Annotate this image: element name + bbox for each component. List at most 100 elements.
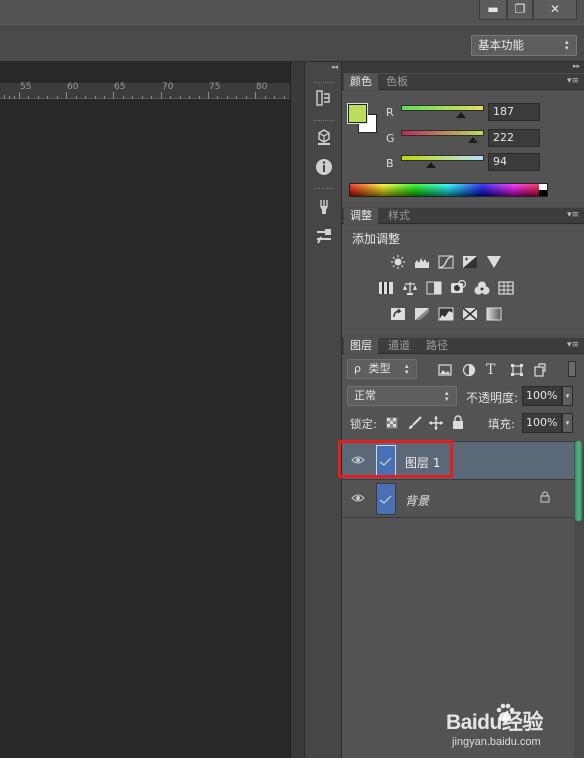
adjustment-layer-filter-icon[interactable]: [462, 363, 476, 377]
expand-icon[interactable]: ▸▸: [573, 62, 580, 70]
ruler-tick: 55: [20, 82, 32, 92]
channel-b-label: B: [386, 157, 394, 170]
tab-layers[interactable]: 图层: [344, 338, 378, 354]
highlight-box: [338, 440, 453, 478]
document-canvas[interactable]: [0, 62, 290, 758]
minimize-button[interactable]: ▬: [479, 0, 507, 20]
layer-lock-icon: [540, 491, 550, 503]
tool-presets-icon[interactable]: [315, 227, 333, 245]
blend-mode-dropdown[interactable]: 正常 ▴ ▾: [347, 386, 457, 406]
channel-mixer-icon[interactable]: [474, 281, 490, 295]
curves-icon[interactable]: [438, 255, 454, 269]
channel-r-slider[interactable]: [401, 105, 484, 111]
foreground-color-swatch[interactable]: [347, 103, 368, 124]
ruler-tick: 80: [256, 82, 268, 92]
blend-mode-value: 正常: [354, 389, 376, 402]
brightness-contrast-icon[interactable]: [390, 255, 406, 269]
watermark-url: jingyan.baidu.com: [452, 736, 541, 748]
channel-r-label: R: [386, 106, 394, 119]
opacity-input[interactable]: 100%: [522, 386, 562, 406]
channel-b-input[interactable]: 94: [488, 153, 540, 171]
color-panel: R 187 G 222 B 94: [342, 91, 584, 206]
fill-input[interactable]: 100%: [522, 413, 562, 433]
vibrance-icon[interactable]: [486, 255, 502, 269]
lock-image-pixels-icon[interactable]: [408, 416, 422, 430]
tab-channels[interactable]: 通道: [382, 338, 416, 354]
filter-search-icon: ρ: [354, 362, 361, 375]
layers-panel: ρ 类型 ▴ ▾ T 正常 ▴ ▾ 不透明度: 100% ▾ 锁定: 填充: 100…: [342, 355, 584, 758]
channel-b-slider[interactable]: [401, 155, 484, 161]
collapsed-panel-column: ◂◂: [304, 62, 342, 758]
lock-transparent-pixels-icon[interactable]: [386, 417, 398, 429]
fill-slider-toggle[interactable]: ▾: [562, 413, 573, 433]
panel-menu-icon[interactable]: ▾≡: [567, 76, 579, 86]
channel-g-thumb[interactable]: [468, 137, 478, 143]
tab-color[interactable]: 颜色: [344, 74, 378, 90]
workspace-switcher[interactable]: 基本功能 ▴ ▾: [471, 35, 577, 56]
ruler-tick: 65: [114, 82, 126, 92]
panel-menu-icon[interactable]: ▾≡: [567, 340, 579, 350]
channel-r-thumb[interactable]: [456, 112, 466, 118]
tab-swatches[interactable]: 色板: [380, 74, 414, 90]
info-icon[interactable]: [315, 158, 333, 176]
channel-r-input[interactable]: 187: [488, 103, 540, 121]
panel-menu-icon[interactable]: ▾≡: [567, 210, 579, 220]
3d-cube-icon[interactable]: [315, 128, 333, 146]
ruler-marks: [4, 92, 285, 99]
invert-icon[interactable]: [390, 307, 406, 321]
workspace-label: 基本功能: [478, 38, 524, 52]
restore-button[interactable]: ❐: [507, 0, 533, 20]
lock-position-icon[interactable]: [429, 416, 443, 430]
brush-presets-icon[interactable]: [315, 198, 333, 216]
close-button[interactable]: ✕: [533, 0, 577, 20]
grip-icon[interactable]: [314, 82, 334, 85]
exposure-icon[interactable]: [462, 255, 478, 269]
lock-all-icon[interactable]: [452, 415, 464, 429]
filter-toggle-switch[interactable]: [568, 361, 576, 377]
layer-filter-icons: T: [438, 363, 568, 377]
posterize-icon[interactable]: [414, 307, 430, 321]
collapse-icon[interactable]: ◂◂: [331, 63, 338, 71]
pixel-layer-filter-icon[interactable]: [438, 363, 452, 377]
selective-color-icon[interactable]: [462, 307, 478, 321]
adjustments-panel: 添加调整: [342, 225, 584, 335]
panel-dock: ▸▸ 颜色 色板 ▾≡ R 187 G 222 B 94 调整 样式 ▾≡ 添加…: [338, 62, 584, 758]
levels-icon[interactable]: [414, 255, 430, 269]
gradient-map-icon[interactable]: [486, 307, 502, 321]
scrollbar-thumb[interactable]: [575, 441, 582, 521]
tab-adjustments[interactable]: 调整: [344, 208, 378, 224]
dock-header: ▸▸: [342, 62, 584, 73]
layer-row[interactable]: 背景: [342, 480, 574, 518]
tab-paths[interactable]: 路径: [420, 338, 454, 354]
color-lookup-icon[interactable]: [498, 281, 514, 295]
ruler-tick: 60: [67, 82, 79, 92]
adjustments-panel-tabs: 调整 样式 ▾≡: [342, 208, 584, 224]
layer-filter-dropdown[interactable]: ρ 类型 ▴ ▾: [347, 359, 417, 379]
shape-layer-filter-icon[interactable]: [510, 363, 524, 377]
channel-b-thumb[interactable]: [426, 162, 436, 168]
threshold-icon[interactable]: [438, 307, 454, 321]
hue-saturation-icon[interactable]: [378, 281, 394, 295]
photo-filter-icon[interactable]: [450, 280, 466, 294]
visibility-eye-icon[interactable]: [351, 493, 365, 503]
type-layer-filter-icon[interactable]: T: [486, 363, 500, 377]
channel-g-slider[interactable]: [401, 130, 484, 136]
black-white-icon[interactable]: [426, 281, 442, 295]
lock-label: 锁定:: [350, 417, 377, 431]
opacity-label: 不透明度:: [466, 391, 519, 405]
layer-name[interactable]: 背景: [405, 492, 429, 509]
grip-icon[interactable]: [314, 188, 334, 191]
watermark: Baidu经验 jingyan.baidu.com: [446, 703, 584, 754]
channel-g-input[interactable]: 222: [488, 129, 540, 147]
horizontal-ruler[interactable]: 55 60 65 70 75 80: [0, 82, 290, 99]
color-spectrum-ramp[interactable]: [349, 183, 548, 197]
canvas-scroll-gutter[interactable]: [290, 62, 304, 758]
tab-styles[interactable]: 样式: [382, 208, 416, 224]
smart-object-filter-icon[interactable]: [533, 363, 547, 377]
updown-arrows-icon: ▴ ▾: [445, 389, 449, 403]
opacity-slider-toggle[interactable]: ▾: [562, 386, 573, 406]
history-icon[interactable]: [315, 89, 333, 107]
color-balance-icon[interactable]: [402, 281, 418, 295]
title-bar: ▬ ❐ ✕: [0, 0, 584, 24]
grip-icon[interactable]: [314, 120, 334, 123]
